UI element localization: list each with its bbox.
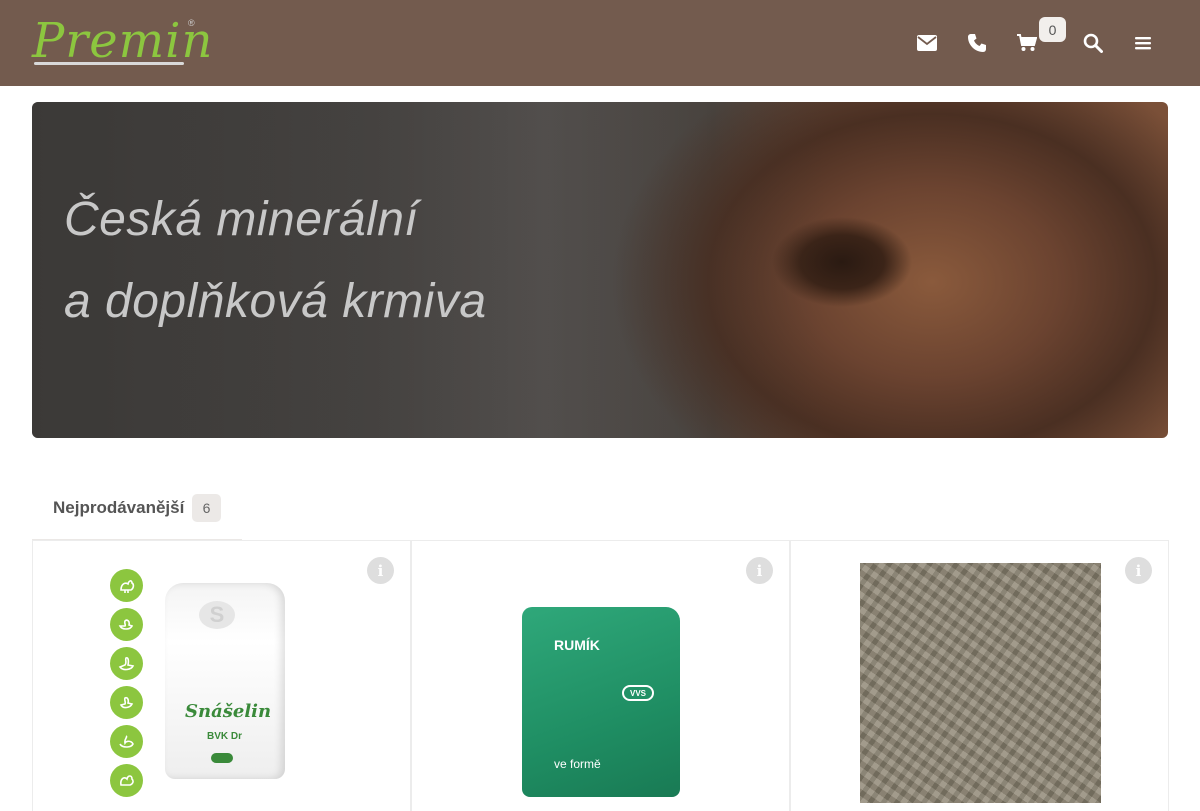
vvs-logo: VVS [622, 685, 654, 701]
goose-icon [110, 647, 143, 680]
info-icon[interactable]: i [1125, 557, 1152, 584]
cart-icon[interactable] [1012, 28, 1042, 58]
envelope-icon[interactable] [912, 28, 942, 58]
bag-subtitle: BVK Dr [207, 731, 243, 742]
product-grid: i S Snášelin BVK Dr i RUMÍK VVS ve formě… [32, 540, 1169, 811]
tab-label: Nejprodávanější [53, 498, 185, 517]
premin-logo[interactable]: Premin ® [32, 14, 212, 70]
cart-count-badge: 0 [1039, 17, 1066, 42]
duck-icon [110, 608, 143, 641]
hen-icon [110, 569, 143, 602]
bird-icon [110, 686, 143, 719]
quail-icon [110, 725, 143, 758]
product-card[interactable]: i S Snášelin BVK Dr [32, 541, 411, 811]
product-image-pellets[interactable] [860, 563, 1101, 803]
tab-count-badge: 6 [192, 494, 221, 522]
search-icon[interactable] [1078, 28, 1108, 58]
bag-title: Snášelin [185, 701, 272, 722]
product-image-snaselin[interactable]: S Snášelin BVK Dr [165, 583, 285, 779]
animal-icons-column [110, 569, 144, 803]
bag-title: RUMÍK [554, 637, 600, 653]
logo-text: Premin [32, 13, 214, 69]
menu-icon[interactable] [1128, 28, 1158, 58]
logo-underline [34, 62, 184, 65]
site-header: Premin ® 0 [0, 0, 1200, 86]
bag-subtitle: ve formě [554, 757, 601, 771]
hero-banner: Česká minerální a doplňková krmiva [32, 102, 1168, 438]
hero-horse-eye-image [32, 102, 1168, 438]
logo-registered-mark: ® [188, 18, 195, 28]
product-card[interactable]: i RUMÍK VVS ve formě [411, 541, 790, 811]
turkey-icon [110, 764, 143, 797]
info-icon[interactable]: i [367, 557, 394, 584]
hero-title-line1: Česká minerální [64, 193, 419, 246]
info-icon[interactable]: i [746, 557, 773, 584]
product-card[interactable]: i [790, 541, 1169, 811]
tab-bestsellers[interactable]: Nejprodávanější 6 [32, 486, 242, 542]
bag-brand-mark: S [199, 601, 235, 629]
product-image-rumik[interactable]: RUMÍK VVS ve formě [522, 607, 680, 797]
vvs-logo [211, 753, 233, 763]
phone-icon[interactable] [962, 28, 992, 58]
hero-title-line2: a doplňková krmiva [64, 275, 487, 328]
